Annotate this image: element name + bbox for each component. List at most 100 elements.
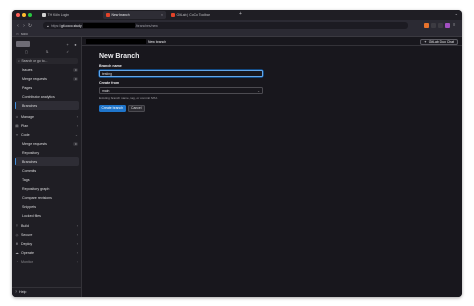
duo-chat-label: GitLab Duo Chat	[428, 39, 454, 44]
sidebar-section-secure[interactable]: ◇ Secure ›	[12, 230, 82, 239]
sidebar-item-label: Snippets	[22, 204, 36, 209]
sidebar-item-label: Pages	[22, 85, 33, 90]
create-branch-button[interactable]: Create branch	[99, 104, 126, 112]
reload-icon[interactable]: ↻	[27, 23, 33, 29]
sidebar-item-label: Repository graph	[22, 186, 50, 191]
sidebar-item-snippets[interactable]: Snippets	[12, 202, 82, 211]
sidebar-top: + ●	[16, 40, 78, 48]
sidebar-section-monitor[interactable]: ◔ Monitor ›	[12, 257, 82, 266]
profile-avatar-icon[interactable]	[445, 23, 450, 28]
help-icon: ?	[15, 289, 17, 294]
close-tab-icon[interactable]: ×	[161, 13, 163, 17]
branch-name-label: Branch name	[99, 64, 122, 68]
chevron-right-icon: ›	[76, 259, 78, 264]
chevron-right-icon: ›	[76, 250, 78, 255]
sidebar-section-build[interactable]: ⇡ Build ›	[12, 221, 82, 230]
redacted-url-path	[82, 23, 135, 28]
new-tab-button[interactable]: +	[239, 11, 242, 17]
cloud-icon: ☁	[15, 250, 19, 255]
merge-request-icon[interactable]: ⇅	[46, 50, 49, 56]
sidebar-item-code-merge-requests[interactable]: Merge requests 0	[12, 139, 82, 148]
gitlab-app: + ● ▢ ⇅ ✓ ⌕ Search or go to... Issues 0 …	[12, 37, 462, 297]
maximize-window-button[interactable]	[28, 13, 32, 17]
sidebar-item-label: Tags	[22, 177, 30, 182]
users-icon: ☺	[15, 114, 19, 119]
cancel-button[interactable]: Cancel	[127, 104, 146, 112]
duo-icon: ✦	[423, 39, 427, 44]
sidebar-section-label: Plan	[21, 123, 29, 128]
page-title: New Branch	[99, 53, 140, 60]
gitlab-favicon-icon	[171, 13, 175, 17]
gitlab-logo[interactable]	[16, 41, 30, 47]
close-window-button[interactable]	[16, 13, 20, 17]
issues-icon[interactable]: ▢	[25, 50, 28, 56]
sidebar-section-label: Operate	[21, 250, 34, 255]
gitlab-favicon-icon	[106, 13, 110, 17]
address-bar[interactable]: 🔒︎ https:// git.coco.study /branches/new	[43, 22, 408, 29]
url-host: git.coco.study	[61, 23, 82, 28]
brave-shield-icon[interactable]	[424, 23, 429, 28]
navigation-bar: ‹ › ↻ 🔒︎ https:// git.coco.study /branch…	[12, 20, 462, 31]
sidebar-item-label: Branches	[22, 103, 38, 108]
sidebar-item-commits[interactable]: Commits	[12, 166, 82, 175]
tab-new-branch[interactable]: New branch ×	[103, 11, 166, 19]
sidebar-section-label: Code	[21, 132, 30, 137]
sidebar-section-label: Monitor	[21, 259, 33, 264]
new-item-icon[interactable]: +	[65, 42, 70, 47]
menu-icon[interactable]: ≡	[453, 22, 455, 27]
sidebar-item-issues[interactable]: Issues 0	[12, 65, 82, 74]
sidebar-item-repository[interactable]: Repository	[12, 148, 82, 157]
sidebar-item-branches-pinned[interactable]: Branches	[15, 101, 79, 110]
tab-th-koeln-login[interactable]: TH Köln Login	[39, 11, 101, 19]
help-button[interactable]: ? Help	[12, 287, 82, 295]
sidebar-section-operate[interactable]: ☁ Operate ›	[12, 248, 82, 257]
extension-icon[interactable]	[431, 23, 436, 28]
search-label: Search or go to...	[21, 59, 48, 63]
user-avatar-icon[interactable]: ●	[73, 42, 78, 47]
tab-list-chevron-icon[interactable]: ⌄	[455, 11, 458, 16]
sidebar-item-merge-requests[interactable]: Merge requests 0	[12, 74, 82, 83]
breadcrumb-current[interactable]: New branch	[148, 40, 166, 44]
sidebar-item-label: Locked files	[22, 213, 41, 218]
sidebar-section-code[interactable]: ‹› Code ⌄	[12, 130, 82, 139]
tab-gitlab-coco-toolbar[interactable]: GitLab | CoCo Toolbar	[168, 11, 236, 19]
sidebar-item-branches[interactable]: Branches	[15, 157, 79, 166]
tab-strip: TH Köln Login New branch × GitLab | CoCo…	[12, 10, 462, 20]
search-button[interactable]: ⌕ Search or go to...	[16, 58, 78, 64]
sidebar-item-tags[interactable]: Tags	[12, 175, 82, 184]
chevron-right-icon: ›	[76, 241, 78, 246]
sidebar-item-label: Commits	[22, 168, 37, 173]
sidebar-item-locked-files[interactable]: Locked files	[12, 211, 82, 220]
sidebar-item-contributor-analytics[interactable]: Contributor analytics	[12, 92, 82, 101]
new-branch-form: New Branch Branch name testing Create fr…	[99, 48, 429, 112]
sidebar-shortcuts: ▢ ⇅ ✓	[16, 50, 78, 56]
sidebar-section-plan[interactable]: ▤ Plan ›	[12, 121, 82, 130]
deploy-icon: ⬆	[15, 241, 19, 246]
chevron-down-icon: ⌄	[74, 132, 78, 137]
sidebar-item-repository-graph[interactable]: Repository graph	[12, 184, 82, 193]
create-from-value: main	[102, 89, 110, 93]
bookmark-soco[interactable]: soco	[21, 32, 28, 36]
todo-icon[interactable]: ✓	[66, 50, 69, 56]
sidebar-item-label: Compare revisions	[22, 195, 52, 200]
sidebar-section-label: Build	[21, 223, 29, 228]
create-from-dropdown[interactable]: main ⌄	[99, 87, 263, 94]
sidebar-section-manage[interactable]: ☺ Manage ›	[12, 112, 82, 121]
sidebar-item-compare-revisions[interactable]: Compare revisions	[12, 193, 82, 202]
sidebar-section-label: Deploy	[21, 241, 33, 246]
sidebar-toggle-icon[interactable]	[438, 23, 443, 28]
sidebar-item-label: Issues	[22, 67, 33, 72]
redacted-breadcrumb	[86, 39, 146, 44]
browser-window: TH Köln Login New branch × GitLab | CoCo…	[12, 10, 462, 297]
sidebar-item-pages[interactable]: Pages	[12, 83, 82, 92]
duo-chat-button[interactable]: ✦ GitLab Duo Chat	[419, 38, 458, 45]
sidebar-nav: Issues 0 Merge requests 0 Pages Contribu…	[12, 65, 82, 266]
minimize-window-button[interactable]	[22, 13, 26, 17]
favicon-icon	[42, 13, 46, 17]
chevron-right-icon: ›	[76, 114, 78, 119]
sidebar: + ● ▢ ⇅ ✓ ⌕ Search or go to... Issues 0 …	[12, 37, 82, 297]
sidebar-section-deploy[interactable]: ⬆ Deploy ›	[12, 239, 82, 248]
sidebar-item-label: Repository	[22, 150, 40, 155]
branch-name-input[interactable]: testing	[99, 70, 263, 77]
url-prefix: https://	[50, 23, 61, 28]
